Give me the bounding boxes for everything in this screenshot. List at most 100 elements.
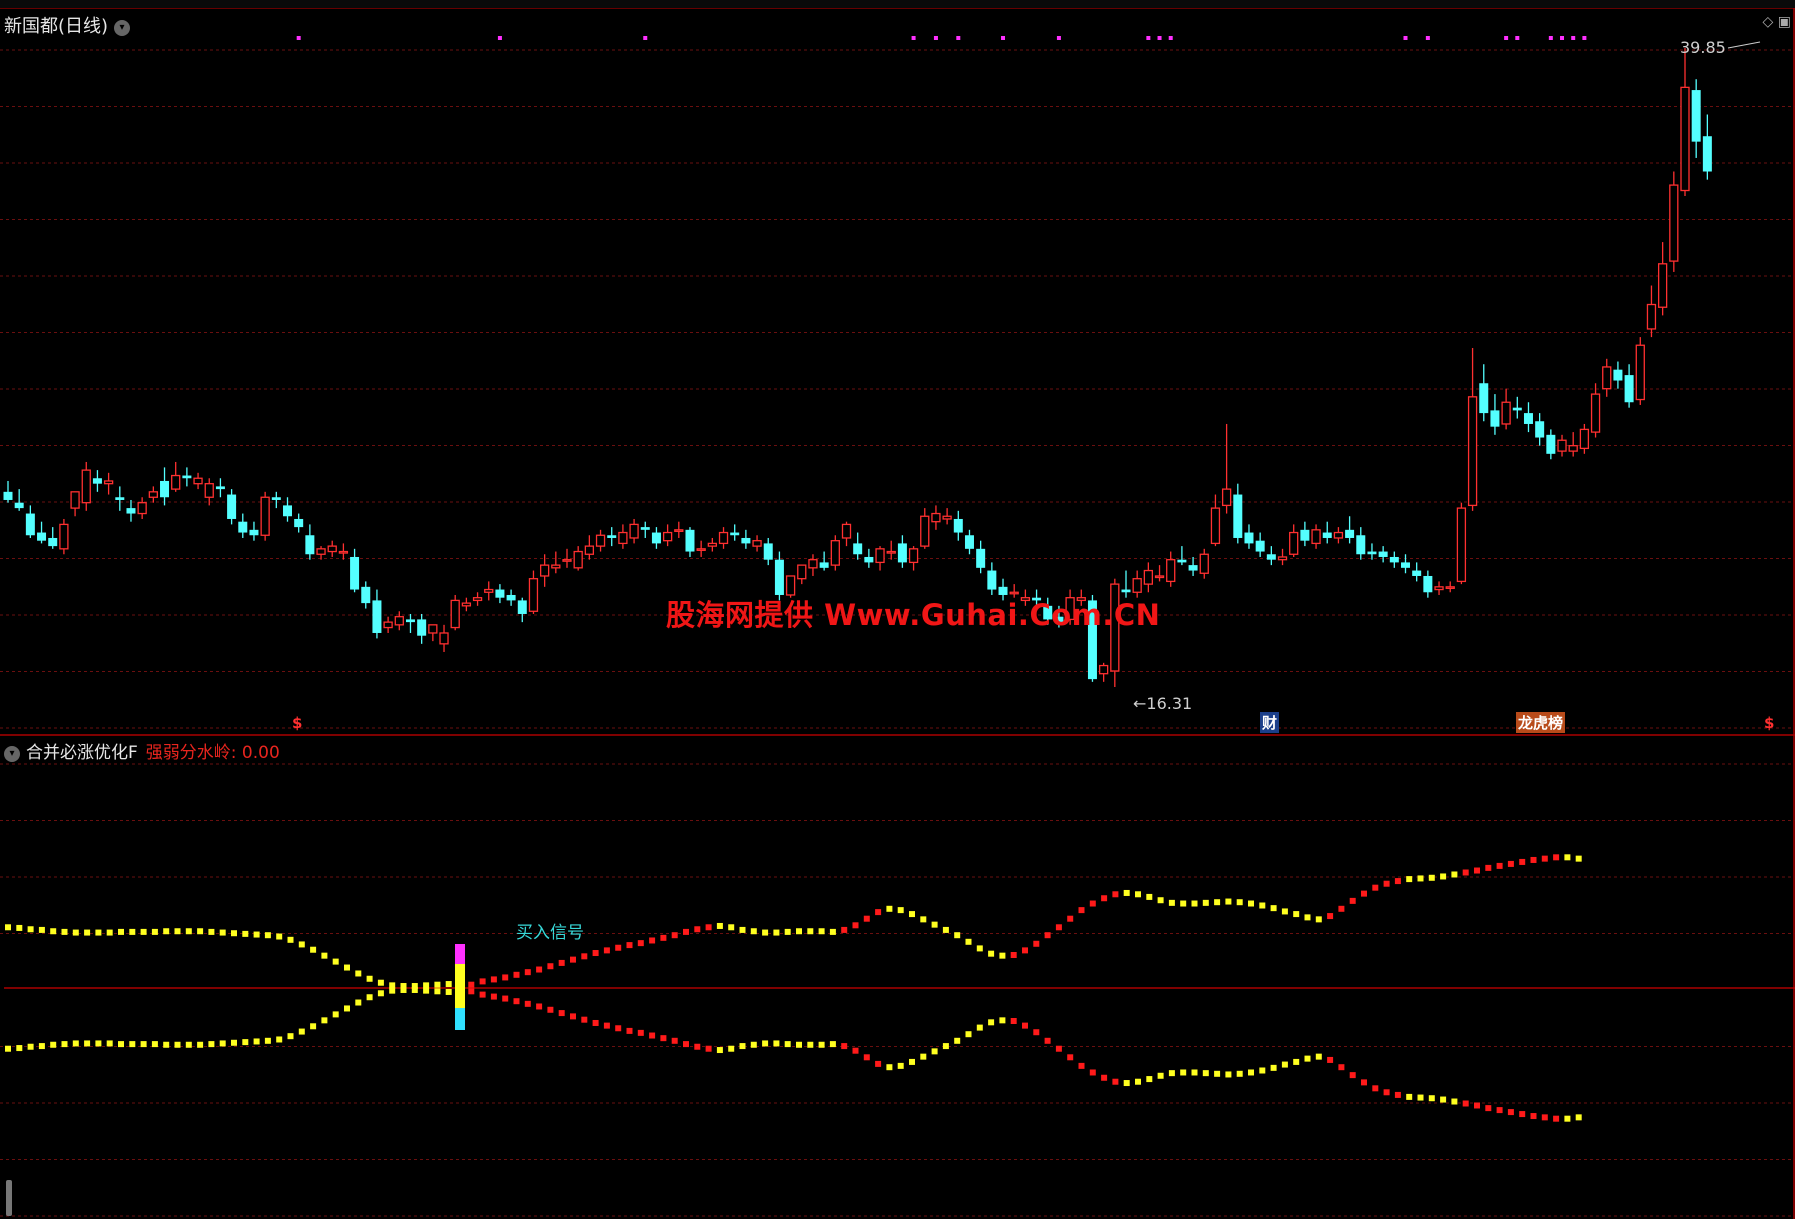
candle-up — [1501, 401, 1511, 425]
candle-down — [607, 535, 617, 538]
indicator-upper-point — [377, 979, 384, 986]
diamond-icon[interactable]: ◇ — [1763, 14, 1774, 30]
candle-up — [830, 540, 840, 566]
indicator-lower-point — [400, 986, 407, 993]
indicator-lower-point — [750, 1041, 757, 1048]
candle-up — [338, 550, 349, 554]
indicator-upper-point — [581, 953, 588, 960]
candle-up — [394, 616, 404, 626]
indicator-lower-point — [298, 1028, 305, 1035]
indicator-lower-point — [1010, 1018, 1017, 1024]
indicator-name: 合并必涨优化F — [26, 743, 138, 763]
candle-down — [1345, 529, 1355, 538]
candle-up — [316, 548, 326, 555]
candle-down — [361, 586, 371, 604]
indicator-lower-point — [151, 1041, 158, 1048]
indicator-lower-point — [716, 1047, 723, 1054]
indicator-lower-point — [1496, 1107, 1503, 1114]
indicator-upper-point — [1451, 871, 1458, 878]
indicator-upper-point — [445, 981, 452, 988]
candle-up — [551, 564, 561, 569]
indicator-lower-point — [796, 1041, 802, 1048]
candle-down — [227, 494, 237, 519]
indicator-upper-point — [728, 924, 735, 931]
indicator-lower-point — [140, 1041, 147, 1048]
low-price-value: 16.31 — [1146, 694, 1193, 713]
stock-title[interactable]: 新国都(日线) ▾ — [4, 12, 131, 38]
candle-up — [1289, 531, 1299, 555]
candle-up — [59, 523, 69, 550]
indicator-lower-point — [321, 1017, 328, 1024]
window-icon[interactable]: ▣ — [1778, 14, 1791, 30]
indicator-lower-point — [1575, 1114, 1582, 1121]
longhu-list-marker[interactable]: 龙虎榜 — [1516, 712, 1566, 733]
indicator-upper-point — [1168, 899, 1175, 906]
indicator-lower-point — [773, 1040, 780, 1047]
indicator-lower-point — [445, 988, 452, 995]
candle-down — [1423, 575, 1433, 593]
candle-down — [215, 486, 225, 490]
indicator-upper-point — [1123, 889, 1130, 896]
indicator-upper-point — [626, 942, 633, 949]
candle-up — [1646, 303, 1657, 330]
candle-down — [1546, 434, 1556, 454]
candle-up — [484, 588, 494, 593]
candle-up — [797, 564, 807, 580]
candle-up — [1199, 553, 1209, 574]
indicator-upper-point — [920, 916, 927, 923]
signal-dot — [1157, 36, 1162, 40]
indicator-lower-point — [423, 987, 430, 994]
indicator-lower-point — [1078, 1062, 1085, 1069]
candle-up — [148, 491, 158, 498]
dollar-marker-right[interactable]: $ — [1764, 714, 1774, 732]
indicator-lower-point — [1304, 1055, 1311, 1062]
indicator-upper-point — [1067, 915, 1074, 922]
candle-up — [584, 545, 595, 555]
indicator-lower-point — [705, 1045, 712, 1052]
indicator-upper-point — [389, 982, 396, 989]
indicator-lower-point — [1383, 1089, 1390, 1096]
indicator-lower-point — [536, 1003, 543, 1010]
indicator-upper-point — [1553, 854, 1560, 861]
indicator-upper-point — [502, 974, 509, 981]
dropdown-icon[interactable]: ▾ — [114, 20, 131, 36]
indicator-lower-point — [1462, 1100, 1469, 1107]
indicator-lower-point — [762, 1040, 769, 1047]
candle-up — [171, 474, 181, 490]
indicator-upper-point — [1180, 900, 1187, 907]
candle-up — [1579, 428, 1590, 450]
high-price-label: 39.85 — [1680, 38, 1726, 57]
indicator-lower-point — [1067, 1054, 1074, 1061]
candle-down — [238, 521, 248, 533]
candle-down — [1322, 532, 1332, 538]
finance-marker[interactable]: 财 — [1260, 712, 1280, 733]
candle-down — [372, 600, 382, 633]
signal-dot — [1146, 36, 1151, 40]
indicator-lower-point — [479, 991, 486, 998]
indicator-upper-point — [524, 969, 531, 976]
indicator-title[interactable]: ▾ 合并必涨优化F 强弱分水岭: 0.00 — [4, 738, 280, 763]
candle-up — [1277, 556, 1288, 561]
scroll-handle[interactable] — [6, 1180, 12, 1216]
indicator-upper-point — [875, 909, 882, 916]
dollar-marker[interactable]: $ — [292, 714, 302, 732]
indicator-lower-point — [1564, 1115, 1571, 1122]
candle-up — [886, 550, 896, 554]
indicator-lower-point — [942, 1043, 949, 1050]
candle-down — [305, 535, 315, 555]
signal-dot — [1001, 36, 1006, 40]
indicator-upper-point — [1089, 900, 1096, 907]
indicator-lower-point — [61, 1041, 68, 1048]
indicator-lower-point — [524, 1000, 531, 1007]
signal-dot — [1168, 36, 1173, 40]
indicator-upper-point — [479, 978, 486, 985]
indicator-upper-point — [863, 915, 870, 922]
indicator-lower-point — [1033, 1029, 1040, 1036]
indicator-lower-point — [863, 1054, 870, 1061]
signal-dot — [911, 36, 916, 40]
indicator-lower-point — [129, 1041, 136, 1048]
indicator-lower-point — [807, 1041, 814, 1048]
indicator-upper-point — [1033, 940, 1040, 947]
indicator-lower-point — [615, 1025, 622, 1032]
dropdown-icon[interactable]: ▾ — [4, 746, 20, 762]
